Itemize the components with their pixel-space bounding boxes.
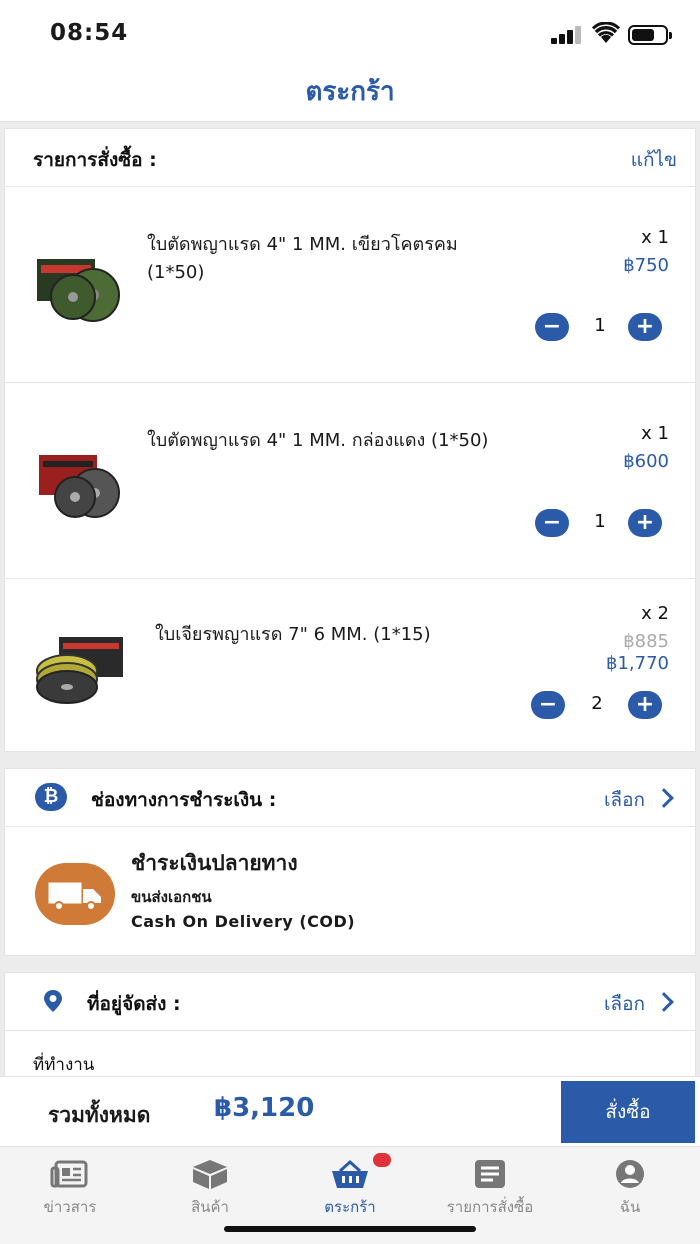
product-image bbox=[36, 637, 123, 704]
increase-button[interactable]: + bbox=[628, 509, 662, 537]
location-pin-icon bbox=[44, 990, 62, 1012]
payment-label: ช่องทางการชำระเงิน : bbox=[91, 789, 277, 811]
decrease-button[interactable]: − bbox=[531, 691, 565, 719]
tab-orders[interactable]: รายการสั่งซื้อ bbox=[420, 1147, 560, 1227]
signal-icon bbox=[551, 26, 583, 44]
address-card: ที่อยู่จัดส่ง : เลือก ที่ทำงาน bbox=[4, 972, 696, 1092]
item-qty: 1 bbox=[594, 511, 606, 532]
item-name: ใบตัดพญาแรด 4" 1 MM. เขียวโคตรคม (1*50) bbox=[147, 234, 458, 283]
payment-method-cod: Cash On Delivery (COD) bbox=[131, 912, 356, 931]
total-label: รวมทั้งหมด bbox=[48, 1103, 151, 1127]
chevron-right-icon bbox=[654, 788, 674, 808]
total-value: ฿3,120 bbox=[214, 1093, 315, 1123]
tab-products[interactable]: สินค้า bbox=[140, 1147, 280, 1227]
status-time: 08:54 bbox=[50, 20, 129, 46]
tab-label: ข่าวสาร bbox=[43, 1198, 97, 1216]
cart-badge bbox=[373, 1153, 391, 1167]
truck-icon bbox=[35, 863, 115, 925]
tab-cart[interactable]: ตระกร้า bbox=[280, 1147, 420, 1227]
item-price: ฿600 bbox=[623, 451, 669, 472]
address-select-button[interactable]: เลือก bbox=[604, 989, 645, 1019]
bitcoin-icon: ₿ bbox=[35, 783, 67, 811]
increase-button[interactable]: + bbox=[628, 313, 662, 341]
chevron-right-icon bbox=[654, 992, 674, 1012]
item-qty-label: x 1 bbox=[641, 423, 669, 444]
payment-method-title: ชำระเงินปลายทาง bbox=[131, 851, 298, 875]
item-qty: 1 bbox=[594, 315, 606, 336]
user-icon bbox=[616, 1160, 644, 1188]
order-label: รายการสั่งซื้อ : bbox=[33, 149, 157, 171]
item-name: ใบตัดพญาแรด 4" 1 MM. กล่องแดง (1*50) bbox=[147, 430, 489, 451]
list-icon bbox=[475, 1160, 505, 1188]
cart-item: ใบเจียรพญาแรด 7" 6 MM. (1*15) x 2 ฿885 ฿… bbox=[5, 579, 697, 753]
newspaper-icon bbox=[50, 1160, 88, 1188]
product-image bbox=[39, 455, 120, 518]
tab-me[interactable]: ฉัน bbox=[560, 1147, 700, 1227]
address-label: ที่อยู่จัดส่ง : bbox=[87, 993, 181, 1015]
item-qty-label: x 2 bbox=[641, 603, 669, 624]
tab-label: ตระกร้า bbox=[324, 1198, 376, 1216]
payment-select-button[interactable]: เลือก bbox=[604, 785, 645, 815]
increase-button[interactable]: + bbox=[628, 691, 662, 719]
address-card-header[interactable]: ที่อยู่จัดส่ง : เลือก bbox=[5, 973, 695, 1031]
cart-item: ใบตัดพญาแรด 4" 1 MM. กล่องแดง (1*50) x 1… bbox=[5, 383, 697, 579]
nav-header: ตระกร้า bbox=[0, 62, 700, 122]
basket-icon bbox=[332, 1159, 368, 1188]
decrease-button[interactable]: − bbox=[535, 313, 569, 341]
place-order-button[interactable]: สั่งซื้อ bbox=[561, 1081, 695, 1143]
page-title: ตระกร้า bbox=[305, 77, 395, 107]
edit-button[interactable]: แก้ไข bbox=[631, 145, 677, 175]
tab-label: รายการสั่งซื้อ bbox=[446, 1198, 534, 1216]
tab-news[interactable]: ข่าวสาร bbox=[0, 1147, 140, 1227]
tab-label: ฉัน bbox=[619, 1198, 641, 1216]
wifi-icon bbox=[592, 22, 620, 43]
order-card-header: รายการสั่งซื้อ : แก้ไข bbox=[5, 129, 695, 187]
item-qty: 2 bbox=[591, 693, 603, 714]
battery-icon bbox=[628, 25, 672, 45]
tab-label: สินค้า bbox=[191, 1198, 229, 1216]
order-card: รายการสั่งซื้อ : แก้ไข ใบตัดพญาแรด 4" 1 … bbox=[4, 128, 697, 753]
item-old-price: ฿885 bbox=[623, 631, 669, 652]
payment-card-header[interactable]: ₿ ช่องทางการชำระเงิน : เลือก bbox=[5, 769, 695, 827]
cart-item: ใบตัดพญาแรด 4" 1 MM. เขียวโคตรคม (1*50) … bbox=[5, 187, 697, 383]
address-line: ที่ทำงาน bbox=[33, 1055, 95, 1075]
item-price: ฿1,770 bbox=[606, 653, 669, 674]
item-price: ฿750 bbox=[623, 255, 669, 276]
item-qty-label: x 1 bbox=[641, 227, 669, 248]
home-indicator bbox=[224, 1226, 476, 1232]
product-image bbox=[37, 259, 120, 322]
status-bar: 08:54 bbox=[0, 0, 700, 62]
item-name: ใบเจียรพญาแรด 7" 6 MM. (1*15) bbox=[155, 624, 431, 645]
box-icon bbox=[193, 1160, 227, 1189]
decrease-button[interactable]: − bbox=[535, 509, 569, 537]
payment-method-sub: ขนส่งเอกชน bbox=[131, 888, 212, 906]
payment-card: ₿ ช่องทางการชำระเงิน : เลือก ชำระเงินปลา… bbox=[4, 768, 696, 956]
total-bar: รวมทั้งหมด ฿3,120 สั่งซื้อ bbox=[0, 1076, 700, 1146]
